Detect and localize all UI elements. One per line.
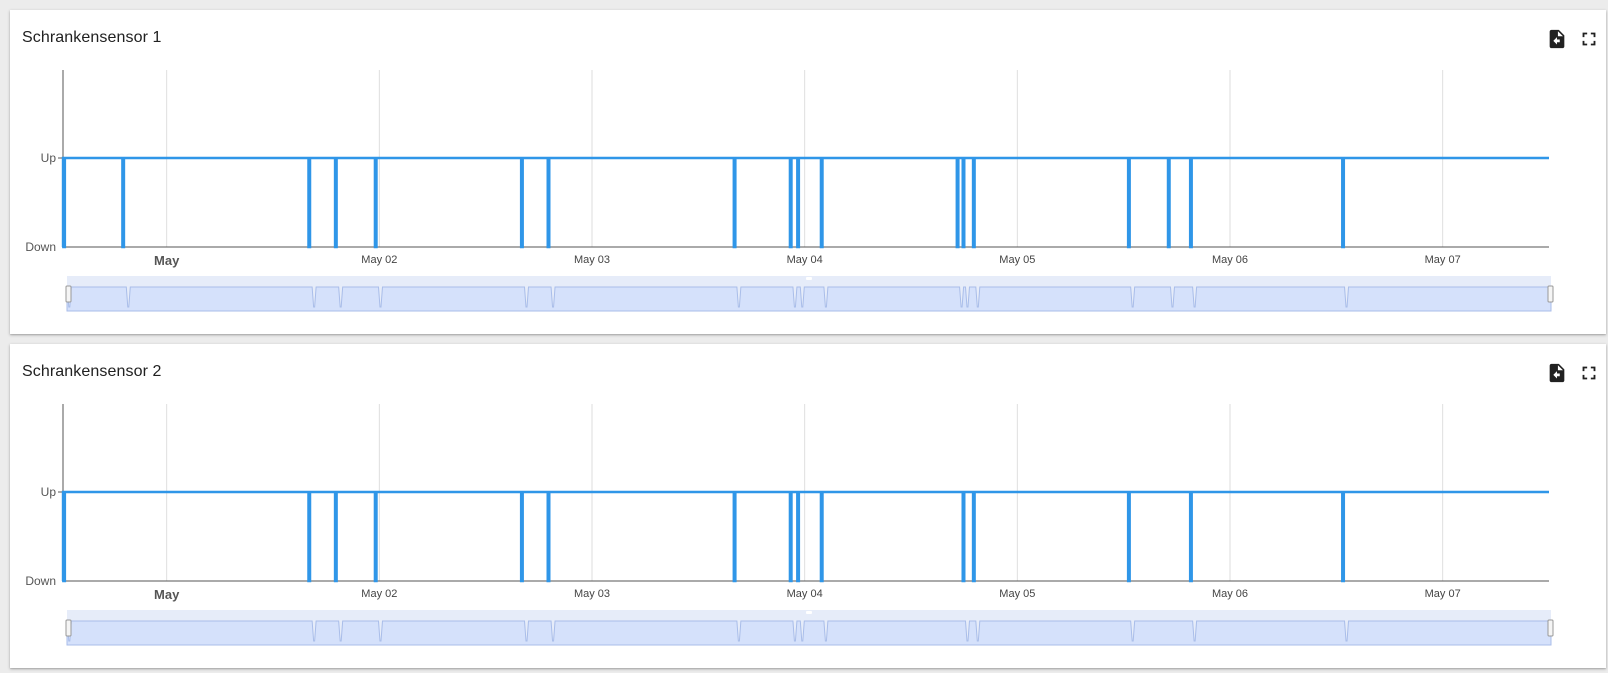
data-point-drop xyxy=(795,492,800,581)
data-point-drop xyxy=(1188,158,1193,247)
y-tick-label: Up xyxy=(41,151,57,165)
navigator-handle-right[interactable] xyxy=(1547,619,1554,637)
data-point-drop xyxy=(333,492,338,581)
chart-card-1: Schrankensensor 1 Down Up May May 02 May 03 M… xyxy=(10,10,1606,334)
y-tick-label: Down xyxy=(25,240,56,254)
data-point-drop xyxy=(732,492,737,581)
data-point-drop xyxy=(61,158,66,247)
navigator-handle-right[interactable] xyxy=(1547,285,1554,303)
sensor-chart[interactable]: Down Up May May 02 May 03 May 04 May 05 May 06 M… xyxy=(10,344,1606,668)
data-point-drop xyxy=(306,492,311,581)
series-line xyxy=(61,156,1549,249)
navigator-series xyxy=(66,286,1552,312)
data-point-drop xyxy=(61,492,66,581)
navigator-handle-left[interactable] xyxy=(65,285,72,303)
x-tick-label: May 04 xyxy=(787,588,823,600)
navigator-series xyxy=(66,620,1552,646)
x-tick-label: May 02 xyxy=(361,254,397,266)
data-point-drop xyxy=(795,158,800,247)
data-point-drop xyxy=(333,158,338,247)
data-point-drop xyxy=(120,158,125,247)
data-point-drop xyxy=(788,492,793,581)
chart-card-2: Schrankensensor 2 Down Up May May 02 May 03 M… xyxy=(10,344,1606,668)
data-point-drop xyxy=(971,492,976,581)
data-point-drop xyxy=(961,158,966,247)
x-tick-label: May 02 xyxy=(361,588,397,600)
data-point-drop xyxy=(1340,492,1345,581)
data-point-drop xyxy=(373,492,378,581)
data-point-drop xyxy=(519,158,524,247)
series-line xyxy=(61,490,1549,583)
data-point-drop xyxy=(1126,158,1131,247)
data-point-drop xyxy=(819,158,824,247)
x-tick-label: May 06 xyxy=(1212,254,1248,266)
data-point-drop xyxy=(1188,492,1193,581)
x-tick-label: May xyxy=(154,253,180,268)
y-tick-label: Up xyxy=(41,485,57,499)
data-point-drop xyxy=(1126,492,1131,581)
x-tick-label: May 07 xyxy=(1425,254,1461,266)
x-tick-label: May 03 xyxy=(574,254,610,266)
navigator-handle-left[interactable] xyxy=(65,619,72,637)
x-tick-label: May 05 xyxy=(999,254,1035,266)
x-tick-label: May 07 xyxy=(1425,588,1461,600)
x-tick-label: May xyxy=(154,587,180,602)
navigator-scrollbar-grip xyxy=(806,611,812,614)
y-tick-label: Down xyxy=(25,574,56,588)
sensor-chart[interactable]: Down Up May May 02 May 03 May 04 May 05 May 06 M… xyxy=(10,10,1606,334)
data-point-drop xyxy=(546,492,551,581)
data-point-drop xyxy=(971,158,976,247)
data-point-drop xyxy=(819,492,824,581)
navigator-scrollbar-grip xyxy=(806,277,812,280)
data-point-drop xyxy=(732,158,737,247)
data-point-drop xyxy=(373,158,378,247)
data-point-drop xyxy=(1166,158,1171,247)
data-point-drop xyxy=(546,158,551,247)
x-tick-label: May 05 xyxy=(999,588,1035,600)
x-tick-label: May 06 xyxy=(1212,588,1248,600)
data-point-drop xyxy=(519,492,524,581)
data-point-drop xyxy=(306,158,311,247)
data-point-drop xyxy=(1340,158,1345,247)
data-point-drop xyxy=(788,158,793,247)
data-point-drop xyxy=(961,492,966,581)
data-point-drop xyxy=(955,158,960,247)
x-tick-label: May 03 xyxy=(574,588,610,600)
x-tick-label: May 04 xyxy=(787,254,823,266)
